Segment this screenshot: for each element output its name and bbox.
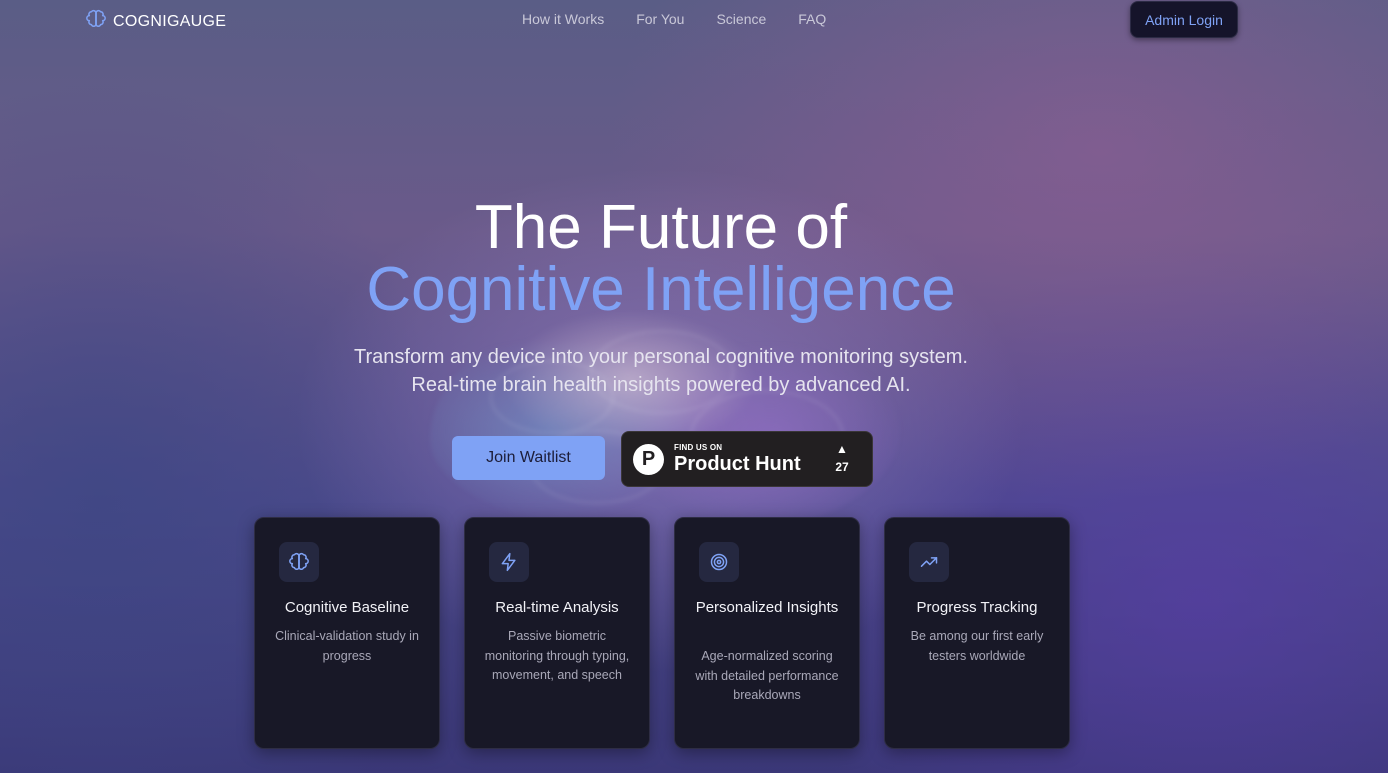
trending-up-icon: [909, 542, 949, 582]
brain-logo-icon: [86, 9, 106, 34]
lightning-icon: [489, 542, 529, 582]
admin-login-button[interactable]: Admin Login: [1130, 1, 1238, 38]
top-navigation: COGNIGAUGE How it Works For You Science …: [0, 0, 1388, 40]
feature-card-personalized-insights: Personalized Insights Age-normalized sco…: [674, 517, 860, 749]
nav-links: How it Works For You Science FAQ: [522, 11, 826, 27]
target-icon: [699, 542, 739, 582]
feature-card-real-time-analysis: Real-time Analysis Passive biometric mon…: [464, 517, 650, 749]
card-title: Progress Tracking: [916, 599, 1038, 616]
card-description: Passive biometric monitoring through typ…: [484, 629, 630, 682]
card-title: Cognitive Baseline: [284, 599, 410, 616]
hero-title-line2: Cognitive Intelligence: [366, 255, 956, 324]
nav-link-science[interactable]: Science: [716, 11, 766, 27]
card-description: Be among our first early testers worldwi…: [910, 629, 1044, 663]
product-hunt-name: Product Hunt: [674, 453, 801, 475]
nav-link-for-you[interactable]: For You: [636, 11, 684, 27]
brand-name: COGNIGAUGE: [113, 12, 227, 30]
nav-link-faq[interactable]: FAQ: [798, 11, 826, 27]
feature-card-progress-tracking: Progress Tracking Be among our first ear…: [884, 517, 1070, 749]
brain-icon: [279, 542, 319, 582]
nav-link-how-it-works[interactable]: How it Works: [522, 11, 604, 27]
card-description: Clinical-validation study in progress: [275, 629, 419, 663]
card-description: Age-normalized scoring with detailed per…: [695, 649, 839, 702]
product-hunt-logo-icon: P: [633, 444, 664, 475]
feature-card-cognitive-baseline: Cognitive Baseline Clinical-validation s…: [254, 517, 440, 749]
hero-title-line1: The Future of: [474, 193, 848, 262]
upvote-arrow-icon: ▲: [836, 442, 848, 456]
hero-subtitle: Transform any device into your personal …: [354, 346, 968, 396]
brand-logo[interactable]: COGNIGAUGE: [86, 9, 226, 34]
card-title: Real-time Analysis: [495, 599, 619, 616]
product-hunt-badge[interactable]: P FIND US ON Product Hunt ▲ 27: [621, 431, 873, 487]
product-hunt-small-text: FIND US ON: [674, 443, 723, 452]
card-title: Personalized Insights: [695, 599, 839, 616]
hero-brain-image: [430, 300, 900, 540]
upvote-count: 27: [835, 460, 849, 474]
join-waitlist-button[interactable]: Join Waitlist: [452, 436, 605, 480]
